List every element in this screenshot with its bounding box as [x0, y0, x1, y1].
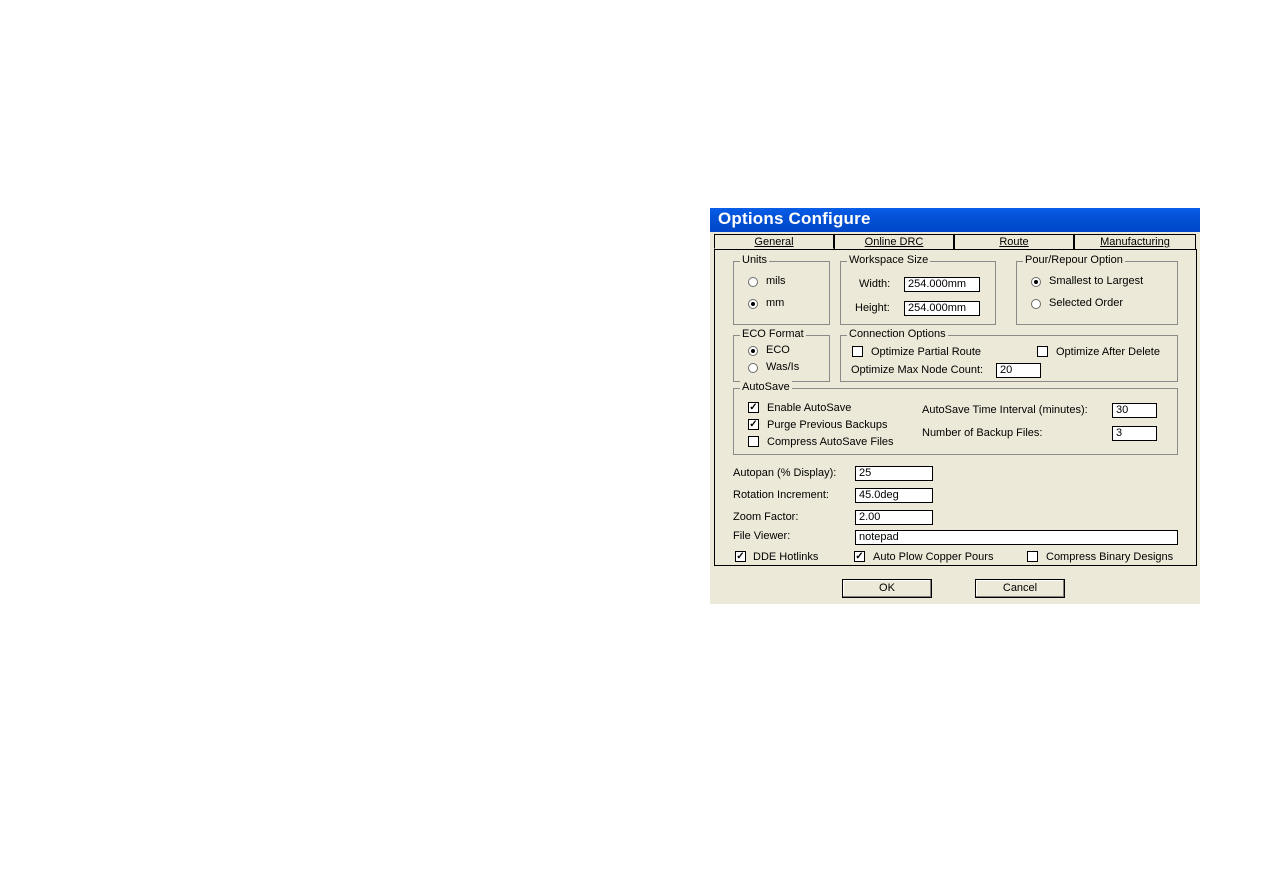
- cancel-button[interactable]: Cancel: [975, 579, 1065, 598]
- compress-autosave-checkbox[interactable]: [748, 436, 759, 447]
- file-viewer-input[interactable]: notepad: [855, 530, 1178, 545]
- connection-options-group: Connection Options Optimize Partial Rout…: [840, 328, 1178, 382]
- eco-radio[interactable]: [748, 346, 758, 356]
- was-is-label: Was/Is: [766, 361, 800, 373]
- autosave-group: AutoSave ✓ Enable AutoSave ✓ Purge Previ…: [733, 381, 1178, 455]
- units-group: Units mils mm: [733, 254, 830, 325]
- enable-autosave-checkbox[interactable]: ✓: [748, 402, 759, 413]
- selected-order-label: Selected Order: [1049, 297, 1123, 309]
- backup-files-label: Number of Backup Files:: [922, 427, 1043, 439]
- height-input[interactable]: 254.000mm: [904, 301, 980, 316]
- auto-plow-label: Auto Plow Copper Pours: [873, 551, 994, 563]
- file-viewer-label: File Viewer:: [733, 530, 791, 542]
- compress-autosave-label: Compress AutoSave Files: [767, 436, 894, 448]
- mils-label: mils: [766, 275, 786, 287]
- workspace-size-group: Workspace Size Width: 254.000mm Height: …: [840, 254, 996, 325]
- auto-plow-checkbox[interactable]: ✓: [854, 551, 865, 562]
- selected-order-radio[interactable]: [1031, 299, 1041, 309]
- autosave-interval-input[interactable]: 30: [1112, 403, 1157, 418]
- tab-general[interactable]: General: [714, 234, 834, 249]
- autopan-input[interactable]: 25: [855, 466, 933, 481]
- optimize-after-delete-checkbox[interactable]: [1037, 346, 1048, 357]
- eco-label: ECO: [766, 344, 790, 356]
- autosave-interval-label: AutoSave Time Interval (minutes):: [922, 404, 1088, 416]
- was-is-radio[interactable]: [748, 363, 758, 373]
- purge-backups-label: Purge Previous Backups: [767, 419, 888, 431]
- compress-binary-checkbox[interactable]: [1027, 551, 1038, 562]
- smallest-to-largest-label: Smallest to Largest: [1049, 275, 1144, 287]
- pour-legend: Pour/Repour Option: [1023, 254, 1125, 266]
- dialog-title: Options Configure: [718, 209, 871, 228]
- max-node-count-label: Optimize Max Node Count:: [851, 364, 984, 376]
- width-input[interactable]: 254.000mm: [904, 277, 980, 292]
- rotation-increment-input[interactable]: 45.0deg: [855, 488, 933, 503]
- zoom-factor-label: Zoom Factor:: [733, 511, 799, 523]
- tab-label: Manufacturing: [1100, 236, 1170, 248]
- height-label: Height:: [855, 302, 890, 314]
- dde-hotlinks-checkbox[interactable]: ✓: [735, 551, 746, 562]
- compress-binary-label: Compress Binary Designs: [1046, 551, 1174, 563]
- eco-legend: ECO Format: [740, 328, 806, 340]
- tab-label: General: [754, 236, 794, 248]
- tab-manufacturing[interactable]: Manufacturing: [1074, 234, 1196, 249]
- pour-repour-group: Pour/Repour Option Smallest to Largest S…: [1016, 254, 1178, 325]
- enable-autosave-label: Enable AutoSave: [767, 402, 852, 414]
- autosave-legend: AutoSave: [740, 381, 792, 393]
- max-node-count-input[interactable]: 20: [996, 363, 1041, 378]
- autopan-label: Autopan (% Display):: [733, 467, 837, 479]
- tab-label: Online DRC: [864, 236, 924, 248]
- tab-label: Route: [999, 236, 1029, 248]
- width-label: Width:: [859, 278, 891, 290]
- units-legend: Units: [740, 254, 770, 266]
- optimize-partial-route-checkbox[interactable]: [852, 346, 863, 357]
- dde-hotlinks-label: DDE Hotlinks: [753, 551, 819, 563]
- optimize-after-delete-label: Optimize After Delete: [1056, 346, 1160, 358]
- tab-online-drc[interactable]: Online DRC: [834, 234, 954, 249]
- workspace-legend: Workspace Size: [847, 254, 931, 266]
- rotation-increment-label: Rotation Increment:: [733, 489, 829, 501]
- options-configure-dialog: Options Configure General Online DRC Rou…: [710, 208, 1200, 604]
- mm-radio[interactable]: [748, 299, 758, 309]
- tab-route[interactable]: Route: [954, 234, 1074, 249]
- eco-format-group: ECO Format ECO Was/Is: [733, 328, 830, 382]
- connection-legend: Connection Options: [847, 328, 948, 340]
- purge-backups-checkbox[interactable]: ✓: [748, 419, 759, 430]
- ok-button[interactable]: OK: [842, 579, 932, 598]
- title-bar[interactable]: Options Configure: [710, 208, 1200, 232]
- smallest-to-largest-radio[interactable]: [1031, 277, 1041, 287]
- zoom-factor-input[interactable]: 2.00: [855, 510, 933, 525]
- general-tab-panel: Units mils mm Workspace Size Width: 254.…: [714, 249, 1197, 566]
- optimize-partial-route-label: Optimize Partial Route: [871, 346, 982, 358]
- mils-radio[interactable]: [748, 277, 758, 287]
- backup-files-input[interactable]: 3: [1112, 426, 1157, 441]
- mm-label: mm: [766, 297, 785, 309]
